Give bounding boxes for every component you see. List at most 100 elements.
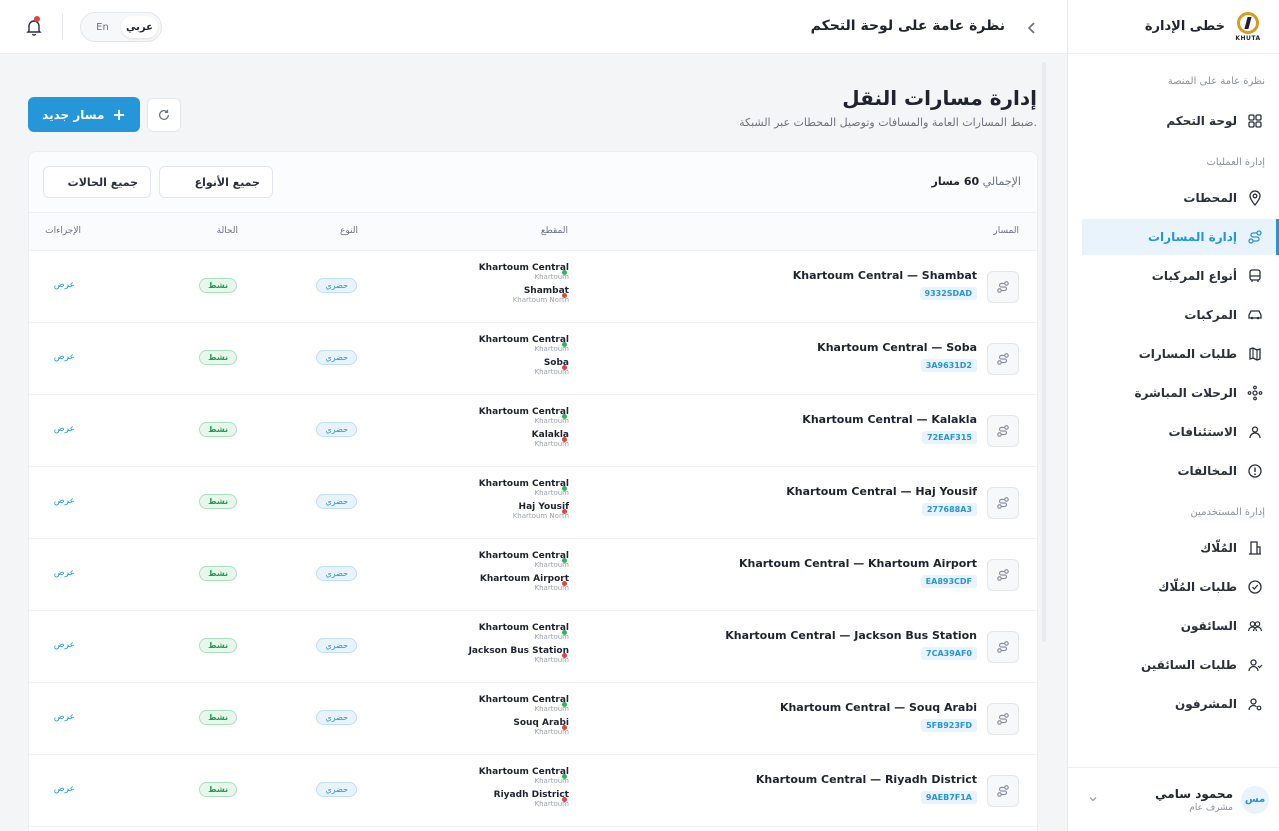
status-badge: نشط <box>199 710 237 725</box>
route-icon[interactable] <box>987 631 1019 663</box>
language-toggle[interactable]: En عربي <box>80 12 162 42</box>
view-link[interactable]: عرض <box>54 568 75 578</box>
segment-start: Khartoum Central Khartoum <box>479 623 569 641</box>
sidebar-item-supervisors[interactable]: المشرفون <box>1082 686 1279 722</box>
status-badge: نشط <box>199 350 237 365</box>
lang-ar-option[interactable]: عربي <box>121 16 158 38</box>
sidebar-item-owner-requests[interactable]: طلبات المُلّاك <box>1082 569 1279 605</box>
table-row[interactable]: Khartoum Central — Soba 3A9631D2 Khartou… <box>29 323 1037 395</box>
sidebar-item-route-requests[interactable]: طلبات المسارات <box>1082 336 1279 372</box>
sidebar-item-driver-requests[interactable]: طلبات السائقين <box>1082 647 1279 683</box>
sidebar-item-label: طلبات المُلّاك <box>1158 580 1237 594</box>
brand: خطى الإدارة KHUTA <box>1068 0 1279 54</box>
sidebar-item-appeals[interactable]: الاستئنافات <box>1082 414 1279 450</box>
sidebar-item-label: السائقون <box>1180 619 1237 633</box>
view-link[interactable]: عرض <box>54 496 75 506</box>
table-row[interactable]: Khartoum Central — Jackson Bus Station 7… <box>29 611 1037 683</box>
type-badge: حضري <box>316 278 357 293</box>
user-text: محمود سامي مشرف عام <box>1155 787 1233 813</box>
notification-dot <box>34 16 40 22</box>
sidebar-item-stations[interactable]: المحطات <box>1082 180 1279 216</box>
table-row[interactable]: Khartoum Central — Riyadh District 9AEB7… <box>29 755 1037 827</box>
status-badge: نشط <box>199 566 237 581</box>
user-cog-icon <box>1247 696 1263 712</box>
table-row[interactable]: Khartoum Central — Haj Yousif 277688A3 K… <box>29 467 1037 539</box>
segment-start-name: Khartoum Central <box>478 551 569 561</box>
segment-start-name: Khartoum Central <box>478 479 569 489</box>
segment-end-name: Jackson Bus Station <box>468 646 569 656</box>
view-link[interactable]: عرض <box>54 712 75 722</box>
view-link[interactable]: عرض <box>54 352 75 362</box>
sidebar-item-routes[interactable]: إدارة المسارات <box>1082 219 1279 255</box>
top-bar: En عربي نظرة عامة على لوحة التحكم <box>0 0 1067 54</box>
sidebar-item-violations[interactable]: المخالفات <box>1082 453 1279 489</box>
map-pin-icon <box>1247 190 1263 206</box>
route-icon[interactable] <box>987 703 1019 735</box>
view-link[interactable]: عرض <box>54 424 75 434</box>
table-header: المسار المقطع النوع الحالة الإجراءات <box>29 213 1037 251</box>
sidebar-item-owners[interactable]: المُلّاك <box>1082 530 1279 566</box>
new-route-button[interactable]: مسار جديد + <box>28 97 140 132</box>
route-code: 72EAF315 <box>922 431 977 444</box>
scrollbar[interactable] <box>1042 62 1046 642</box>
header-actions: الإجراءات <box>45 226 81 236</box>
segment-start-area: Khartoum <box>534 705 569 713</box>
route-icon[interactable] <box>987 775 1019 807</box>
type-badge: حضري <box>316 494 357 509</box>
sidebar-item-drivers[interactable]: السائقون <box>1082 608 1279 644</box>
chevron-left-icon[interactable] <box>1025 20 1039 34</box>
lang-en-option[interactable]: En <box>84 16 121 38</box>
total-count: الإجمالي 60 مسار <box>932 175 1021 188</box>
route-icon[interactable] <box>987 343 1019 375</box>
view-link[interactable]: عرض <box>54 784 75 794</box>
chevron-down-icon[interactable] <box>1088 794 1098 804</box>
sidebar-item-live-trips[interactable]: الرحلات المباشرة <box>1082 375 1279 411</box>
filter-types-select[interactable]: جميع الأنواع <box>159 166 273 198</box>
segment-end-area: Khartoum North <box>512 512 569 520</box>
route-name: Khartoum Central — Haj Yousif <box>786 485 977 498</box>
view-link[interactable]: عرض <box>54 280 75 290</box>
notification-bell-icon[interactable] <box>24 16 44 37</box>
route-code: 5FB923FD <box>921 719 977 732</box>
sidebar-item-label: طلبات السائقين <box>1140 658 1237 672</box>
table-row[interactable]: Khartoum Central — Souq Arabi 5FB923FD K… <box>29 683 1037 755</box>
table-row[interactable]: Khartoum Central — Kalakla 72EAF315 Khar… <box>29 395 1037 467</box>
route-code: 7CA39AF0 <box>921 647 977 660</box>
sidebar-item-label: المُلّاك <box>1200 541 1237 555</box>
route-name: Khartoum Central — Jackson Bus Station <box>725 629 977 642</box>
user-check-icon <box>1247 657 1263 673</box>
table-row[interactable]: Khartoum Central — Shambat 9332SDAD Khar… <box>29 251 1037 323</box>
user-profile[interactable]: محمود سامي مشرف عام مس <box>1068 767 1279 831</box>
segment-end-area: Khartoum <box>534 728 569 736</box>
brand-name: خطى الإدارة <box>1144 19 1225 34</box>
segment-start-area: Khartoum <box>534 273 569 281</box>
segment-start: Khartoum Central Khartoum <box>479 407 569 425</box>
segment-end-name: Shambat <box>523 286 569 296</box>
filter-status-select[interactable]: جميع الحالات <box>43 166 151 198</box>
refresh-button[interactable] <box>147 98 181 132</box>
table-body: Khartoum Central — Shambat 9332SDAD Khar… <box>29 251 1037 827</box>
divider <box>62 14 63 40</box>
route-icon[interactable] <box>987 271 1019 303</box>
sidebar-item-vehicle-types[interactable]: أنواع المركبات <box>1082 258 1279 294</box>
header-segment: المقطع <box>540 226 568 236</box>
route-name: Khartoum Central — Shambat <box>792 269 977 282</box>
segment-start: Khartoum Central Khartoum <box>479 551 569 569</box>
segment-start-name: Khartoum Central <box>478 263 569 273</box>
route-icon[interactable] <box>987 559 1019 591</box>
sidebar-item-vehicles[interactable]: المركبات <box>1082 297 1279 333</box>
route-icon <box>1247 229 1263 245</box>
table-row[interactable]: Khartoum Central — Khartoum Airport EA89… <box>29 539 1037 611</box>
segment-start: Khartoum Central Khartoum <box>479 263 569 281</box>
route-icon[interactable] <box>987 487 1019 519</box>
route-name: Khartoum Central — Kalakla <box>802 413 977 426</box>
route-code: 277688A3 <box>921 503 977 516</box>
view-link[interactable]: عرض <box>54 640 75 650</box>
route-icon[interactable] <box>987 415 1019 447</box>
avatar[interactable]: مس <box>1241 785 1269 814</box>
status-badge: نشط <box>199 278 237 293</box>
building-icon <box>1247 540 1263 556</box>
segment-end-name: Riyadh District <box>493 790 569 800</box>
sidebar-item-label: المحطات <box>1183 191 1237 205</box>
sidebar-item-dashboard[interactable]: لوحة التحكم <box>1082 103 1279 139</box>
